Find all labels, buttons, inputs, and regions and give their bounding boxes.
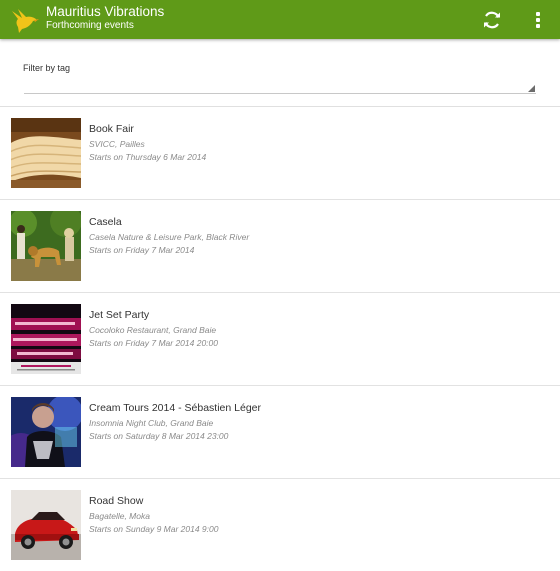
event-title: Cream Tours 2014 - Sébastien Léger bbox=[89, 402, 261, 414]
event-location: Casela Nature & Leisure Park, Black Rive… bbox=[89, 232, 250, 242]
event-location: Insomnia Night Club, Grand Baie bbox=[89, 418, 214, 428]
event-list-item[interactable]: Casela Casela Nature & Leisure Park, Bla… bbox=[0, 200, 560, 293]
event-list: Book Fair SVICC, Pailles Starts on Thurs… bbox=[0, 107, 560, 571]
overflow-dot bbox=[536, 12, 540, 16]
red-car-image bbox=[11, 490, 81, 560]
event-date: Starts on Sunday 9 Mar 2014 9:00 bbox=[89, 524, 219, 534]
event-title: Jet Set Party bbox=[89, 309, 150, 321]
dropdown-triangle-icon bbox=[528, 85, 535, 92]
event-date: Starts on Friday 7 Mar 2014 20:00 bbox=[89, 338, 218, 348]
tag-filter-spinner[interactable] bbox=[24, 78, 536, 94]
lion-walk-image bbox=[11, 211, 81, 281]
event-date: Starts on Friday 7 Mar 2014 bbox=[89, 245, 195, 255]
refresh-icon[interactable] bbox=[480, 8, 504, 32]
filter-label: Filter by tag bbox=[23, 63, 71, 73]
open-book-image bbox=[11, 118, 81, 188]
event-date: Starts on Thursday 6 Mar 2014 bbox=[89, 152, 207, 162]
dj-photo-image bbox=[11, 397, 81, 467]
overflow-menu-icon[interactable] bbox=[530, 8, 546, 32]
event-list-item[interactable]: Jet Set Party Cocoloko Restaurant, Grand… bbox=[0, 293, 560, 386]
event-location: Cocoloko Restaurant, Grand Baie bbox=[89, 325, 217, 335]
app-subtitle: Forthcoming events bbox=[46, 20, 134, 31]
overflow-dot bbox=[536, 18, 540, 22]
event-list-item[interactable]: Cream Tours 2014 - Sébastien Léger Insom… bbox=[0, 386, 560, 479]
event-list-item[interactable]: Road Show Bagatelle, Moka Starts on Sund… bbox=[0, 479, 560, 571]
event-date: Starts on Saturday 8 Mar 2014 23:00 bbox=[89, 431, 229, 441]
event-list-item[interactable]: Book Fair SVICC, Pailles Starts on Thurs… bbox=[0, 107, 560, 200]
event-title: Book Fair bbox=[89, 123, 134, 135]
overflow-dot bbox=[536, 24, 540, 28]
party-flyer-image bbox=[11, 304, 81, 374]
action-bar: Mauritius Vibrations Forthcoming events bbox=[0, 0, 560, 39]
event-location: SVICC, Pailles bbox=[89, 139, 145, 149]
spinner-underline bbox=[24, 93, 536, 94]
event-title: Casela bbox=[89, 216, 122, 228]
event-location: Bagatelle, Moka bbox=[89, 511, 150, 521]
event-title: Road Show bbox=[89, 495, 144, 507]
app-title: Mauritius Vibrations bbox=[46, 4, 165, 19]
bird-logo-icon[interactable] bbox=[10, 5, 40, 35]
